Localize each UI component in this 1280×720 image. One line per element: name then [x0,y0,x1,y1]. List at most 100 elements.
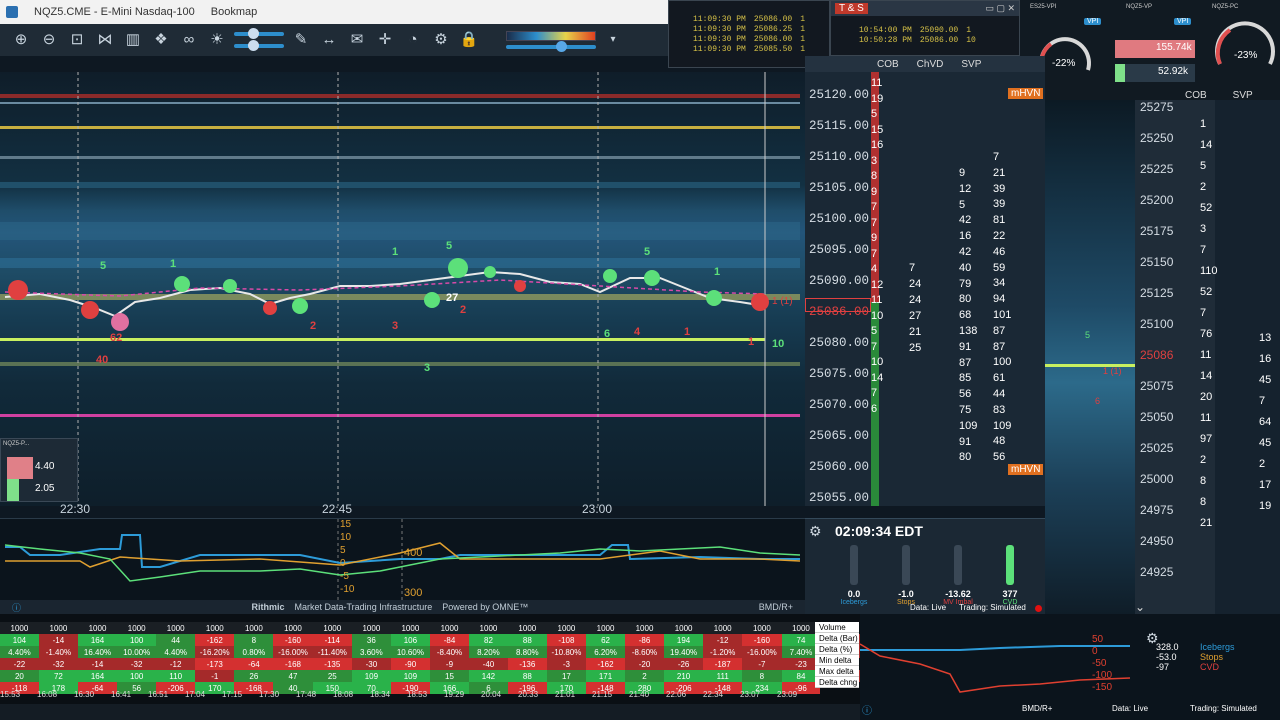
time-label: 23:00 [582,502,613,516]
cob-value: 9 [871,232,878,244]
time-label: 22:45 [322,502,353,516]
bottom-value-row: 328.0 Icebergs [1156,642,1235,652]
info-icon[interactable]: ⓘ [862,702,872,717]
status-right: BMD/R+ [758,602,793,612]
delta-cell: 1000 [38,622,78,634]
ladder-price: 25100.00 [809,212,870,226]
delta-cell: 100 [117,634,157,646]
secondary-price: 25025 [1140,441,1174,455]
delta-cell: -40 [469,658,508,670]
chvd-value: 75 [959,403,972,416]
secondary-col-svp[interactable]: SVP [1233,90,1253,101]
delta-cell: 1000 [703,622,743,634]
delta-time: 16:51 [148,690,169,699]
delta-cell: 2 [624,670,665,682]
ladder-price: 25075.00 [809,367,870,381]
crosshair-icon[interactable]: ✛ [374,29,396,51]
trade-marker: 3 [392,320,399,332]
gauge-left-title: ES25-VPI [1030,4,1057,10]
provider-tagline: Market Data-Trading Infrastructure [294,602,433,612]
delta-cell: -26 [664,658,704,670]
secondary-col-cob[interactable]: COB [1185,90,1207,101]
cvd-scale-label: 10 [340,532,352,543]
delta-cell: 106 [390,634,430,646]
chevron-down-icon[interactable]: ⌄ [1135,600,1145,614]
delta-cell: 1000 [273,622,313,634]
measure-icon[interactable]: ↔ [318,29,340,51]
trade-time: 11:09:30 PM [693,25,746,34]
delta-time: 15:53 [0,690,21,699]
link-icon[interactable]: ∞ [178,29,200,51]
indicators-icon[interactable]: ▥ [122,29,144,51]
comment-icon[interactable]: ✉ [346,29,368,51]
delta-cell: -1.40% [38,646,78,658]
trade-marker: 27 [446,292,459,304]
cvd-scale-label: 5 [340,545,346,556]
bottom-cvd-chart[interactable]: 50 0 -50 -100 -150 ⚙ 328.0 Icebergs -53.0 Stops… [860,614,1280,720]
svp-value: 101 [993,308,1012,321]
delta-row: 1000 1000 1000 1000 1000 1000 1000 1000 1000 1000… [0,622,860,634]
settings-icon[interactable]: ⚙ [430,29,452,51]
heatmap-threshold-slider[interactable] [506,41,596,52]
settings-icon[interactable]: ⚙ [809,523,822,540]
dropdown-icon[interactable]: ▾ [602,29,624,51]
bottom-scale-label: -150 [1092,682,1113,693]
ladder-col-svp[interactable]: SVP [961,59,981,70]
cob-value: 7 [871,216,878,229]
price-ladder[interactable]: 25120.00 25115.00 25110.00 25105.00 25100.00… [805,72,1045,506]
lock-icon[interactable]: 🔒 [458,29,480,51]
delta-cell: 44 [156,634,196,646]
trade-row: 11:09:30 PM 25086.25 1 [693,25,829,35]
provider-name: Rithmic [251,602,285,612]
trade-bubble [111,313,129,331]
trade-time: 11:09:30 PM [693,35,746,44]
cob-value: 10 [871,356,884,368]
chvd-value: 12 [959,182,972,195]
contrast-slider[interactable] [234,40,284,51]
cvd-subchart[interactable]: 15 10 5 0 -5 -10 400 300 [0,518,805,601]
hvn-label: mHVN [1008,464,1044,475]
trade-marker: 5 [100,260,107,272]
secondary-svp-value: 19 [1259,500,1272,512]
info-icon[interactable]: ⓘ [12,601,21,614]
delta-row-label: Min delta [815,655,859,666]
delta-cell: 100 [117,670,157,682]
delta-cell: 16.40% [77,646,118,658]
bottom-value-label: CVD [1200,662,1220,672]
heatmap-chart[interactable]: NQZ5-P... 4.40 2.05 5 1 1 5 5 1 2 3 2 4 1 1 3 6 10 40 62… [0,72,805,506]
delta-cell: -22 [0,658,39,670]
bars-title: NQZ5-VP [1126,4,1153,10]
zoom-in-icon[interactable]: ⊕ [10,29,32,51]
heatmap-gradient[interactable] [506,31,596,41]
delta-cell: 36 [351,634,391,646]
buy-volume-value: 52.92k [1158,66,1189,77]
zoom-fit-icon[interactable]: ⊡ [66,29,88,51]
trade-marker: 1 [748,336,755,348]
volume-buy-value: 2.05 [35,483,55,494]
secondary-cob-value: 52 [1200,286,1213,298]
bottom-scale: 50 0 -50 -100 -150 [1092,634,1112,694]
ladder-col-chvd[interactable]: ChVD [917,59,944,70]
timer-icon[interactable]: ◔ [402,29,424,51]
secondary-chart[interactable]: 25275 25250 25225 25200 25175 25150 25125 25100… [1045,90,1280,614]
zoom-out-icon[interactable]: ⊖ [38,29,60,51]
delta-cell: -30 [351,658,391,670]
secondary-marker: 1 (1) [1103,366,1122,376]
cob-value: 7 [871,247,878,260]
brightness-icon[interactable]: ☀ [206,29,228,51]
delta-cell: -16.00% [742,646,782,658]
pencil-icon[interactable]: ✎ [290,29,312,51]
ladder-col-cob[interactable]: COB [877,59,899,70]
brightness-slider[interactable] [234,28,284,39]
bottom-cvd-lines [860,643,1130,693]
delta-row-label: Delta (%) [815,644,859,655]
layers-icon[interactable]: ❖ [150,29,172,51]
secondary-header: COB SVP [1185,90,1253,101]
delta-cell: 3.60% [351,646,391,658]
time-and-sales-window: T & S ▭ ▢ ✕ 10:54:00 PM 25090.00 1 10:50:28… [830,0,1020,56]
delta-row-label: Volume [815,622,859,633]
delta-cell: 1000 [624,622,665,634]
window-controls[interactable]: ▭ ▢ ✕ [985,3,1015,14]
delta-time: 23:07 [740,690,761,699]
share-icon[interactable]: ⋈ [94,29,116,51]
